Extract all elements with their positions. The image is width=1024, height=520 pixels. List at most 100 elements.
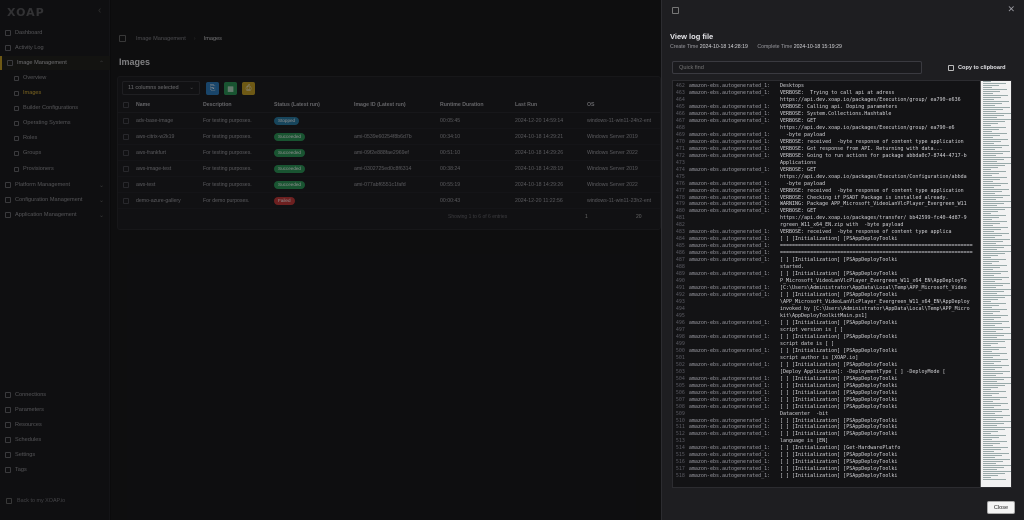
log-host (689, 160, 780, 167)
minimap-line (983, 151, 1010, 152)
minimap-line (983, 305, 999, 306)
log-host: amazon-ebs.autogenerated_1: (688, 145, 771, 152)
minimap-line (983, 117, 997, 118)
log-host: amazon-ebs.autogenerated_1: (688, 187, 771, 194)
log-line: 491 amazon-ebs.autogenerated_1: [C:\Users\… (673, 285, 978, 292)
log-minimap[interactable] (980, 81, 1011, 487)
minimap-line (983, 433, 991, 434)
log-host (689, 215, 780, 222)
line-number: 502 (675, 361, 685, 368)
minimap-line (983, 369, 995, 370)
minimap-line (983, 219, 992, 220)
minimap-line (983, 119, 1011, 120)
log-host: amazon-ebs.autogenerated_1: (688, 389, 771, 396)
minimap-line (983, 343, 998, 344)
log-host: amazon-ebs.autogenerated_1: (688, 194, 771, 201)
minimap-line (983, 185, 1001, 186)
log-message: [ ] [Initialization] [PSAppDeployToolki (779, 396, 898, 403)
line-number: 472 (675, 152, 685, 159)
line-number: 491 (675, 285, 685, 292)
log-message: ========================================… (779, 243, 973, 250)
minimap-line (983, 377, 1011, 378)
line-number: 463 (675, 89, 685, 96)
line-number: 518 (675, 473, 685, 480)
log-line: 488 started. (673, 264, 978, 271)
log-host (689, 299, 780, 306)
minimap-line (983, 361, 1001, 362)
minimap-line (983, 233, 1009, 234)
copy-to-clipboard-button[interactable]: Copy to clipboard (948, 61, 1006, 74)
minimap-line (983, 81, 991, 82)
minimap-line (983, 385, 1005, 386)
minimap-line (983, 353, 1007, 354)
quick-find-input[interactable] (672, 61, 922, 74)
minimap-line (983, 125, 991, 126)
minimap-line (983, 427, 1011, 428)
close-button[interactable]: Close (987, 501, 1015, 514)
log-line: 474 amazon-ebs.autogenerated_1: VERBOSE: G… (673, 167, 978, 174)
log-message: https://api.dev.xoap.io/packages/Executi… (779, 173, 967, 180)
minimap-line (983, 357, 993, 358)
minimap-line (983, 405, 1001, 406)
minimap-line (983, 177, 1007, 178)
line-number: 503 (675, 368, 685, 375)
log-message: [ ] [Initialization] [PSAppDeployToolki (779, 431, 898, 438)
minimap-line (983, 247, 1004, 248)
log-message: ========================================… (779, 250, 973, 257)
log-line: 516 amazon-ebs.autogenerated_1: [ ] [Initi… (673, 459, 978, 466)
line-number: 501 (675, 354, 685, 361)
log-line: 471 amazon-ebs.autogenerated_1: VERBOSE: G… (673, 146, 978, 153)
minimap-line (983, 261, 999, 262)
log-message: [ ] [Initialization] [PSAppDeployToolki (779, 466, 898, 473)
log-viewer[interactable]: 462 amazon-ebs.autogenerated_1: Desktops 46… (672, 80, 1012, 488)
minimap-line (983, 159, 1004, 160)
minimap-line (983, 157, 1011, 158)
minimap-line (983, 131, 992, 132)
log-message: rgreen_W11_x64_EN.zip with -byte payload (779, 222, 904, 229)
line-number: 485 (675, 243, 685, 250)
modal-overlay[interactable] (0, 0, 661, 520)
complete-time-label: Complete Time (757, 44, 793, 50)
minimap-line (983, 259, 1006, 260)
minimap-line (983, 115, 1004, 116)
log-line: 473 Applications (673, 160, 978, 167)
log-message: VERBOSE: Going to run actions for packag… (779, 152, 967, 159)
log-host: amazon-ebs.autogenerated_1: (688, 396, 771, 403)
log-message: WARNING: Package APP_Microsoft_VideoLanV… (779, 201, 967, 208)
minimap-line (983, 419, 996, 420)
minimap-line (983, 129, 999, 130)
log-line: 506 amazon-ebs.autogenerated_1: [ ] [Initi… (673, 390, 978, 397)
log-line: 465 amazon-ebs.autogenerated_1: VERBOSE: C… (673, 104, 978, 111)
line-number: 464 (675, 96, 685, 103)
line-number: 512 (675, 431, 685, 438)
log-line: 512 amazon-ebs.autogenerated_1: [ ] [Initi… (673, 431, 978, 438)
minimap-line (983, 463, 996, 464)
panel-meta: Create Time 2024-10-18 14:28:19 Complete… (670, 44, 850, 50)
line-number: 478 (675, 194, 685, 201)
log-host: amazon-ebs.autogenerated_1: (688, 180, 771, 187)
log-message: [ ] [Initialization] [PSAppDeployToolki (779, 361, 898, 368)
log-host: amazon-ebs.autogenerated_1: (688, 473, 771, 480)
line-number: 470 (675, 138, 685, 145)
log-message: [ ] [Initialization] [PSAppDeployToolki (779, 389, 898, 396)
line-number: 474 (675, 166, 685, 173)
minimap-line (983, 381, 997, 382)
minimap-line (983, 273, 1001, 274)
minimap-line (983, 475, 998, 476)
minimap-line (983, 181, 993, 182)
close-icon[interactable]: ✕ (1007, 4, 1015, 15)
log-host (689, 438, 780, 445)
log-host: amazon-ebs.autogenerated_1: (688, 257, 771, 264)
log-host: amazon-ebs.autogenerated_1: (688, 459, 771, 466)
minimap-line (983, 173, 999, 174)
minimap-line (983, 407, 994, 408)
minimap-line (983, 379, 1004, 380)
log-host: amazon-ebs.autogenerated_1: (688, 466, 771, 473)
log-host (689, 306, 780, 313)
minimap-line (983, 213, 991, 214)
minimap-line (983, 333, 1011, 334)
log-message: [ ] [Initialization] [PSAppDeployToolki (779, 347, 898, 354)
minimap-line (983, 469, 997, 470)
log-line: 498 amazon-ebs.autogenerated_1: [ ] [Initi… (673, 334, 978, 341)
log-line: 514 amazon-ebs.autogenerated_1: [ ] [Initi… (673, 445, 978, 452)
